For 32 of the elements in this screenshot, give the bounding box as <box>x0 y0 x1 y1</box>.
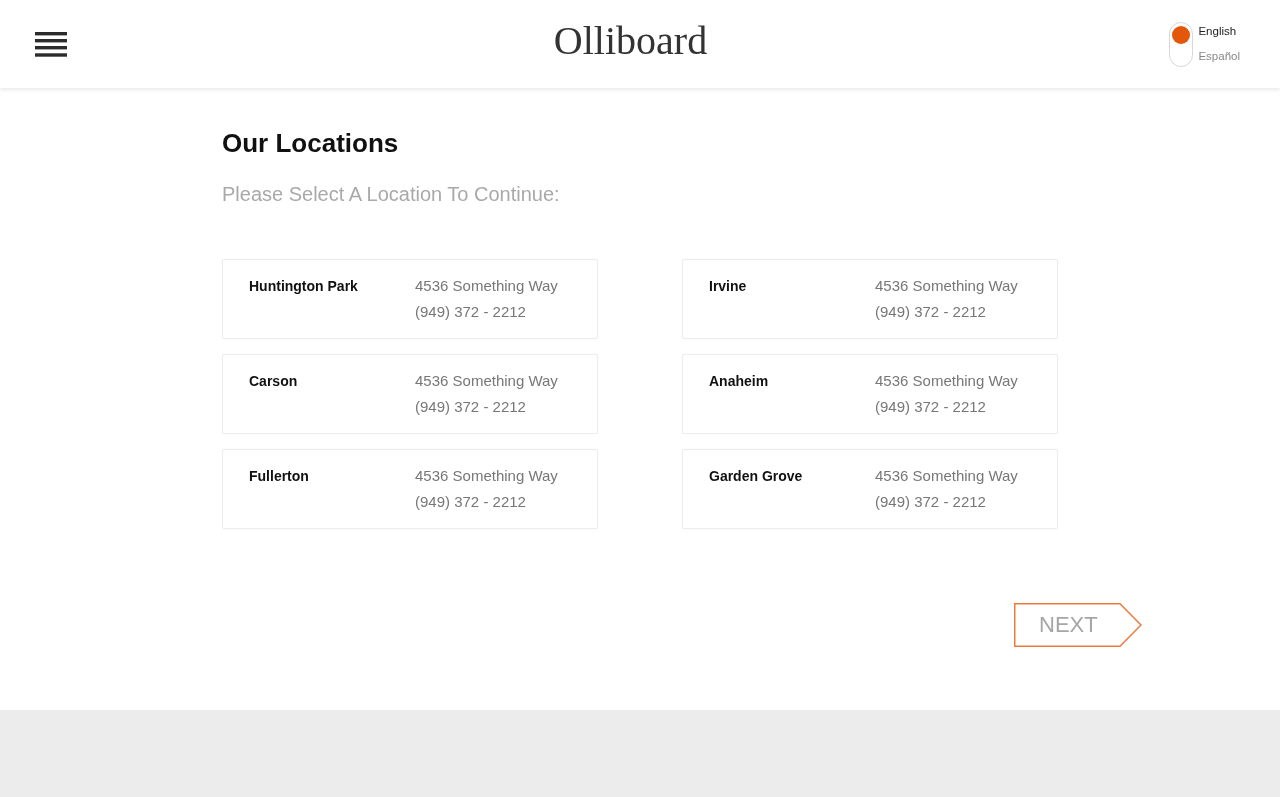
location-name: Irvine <box>709 277 747 296</box>
location-phone: (949) 372 - 2212 <box>415 397 526 417</box>
location-address: 4536 Something Way <box>875 371 1018 391</box>
location-name: Garden Grove <box>709 467 803 486</box>
logo-text: Olliboard <box>553 21 708 61</box>
page-subtitle: Please Select A Location To Continue: <box>222 182 560 206</box>
location-address: 4536 Something Way <box>875 276 1018 296</box>
location-card[interactable]: Fullerton 4536 Something Way (949) 372 - 2212 <box>222 449 598 529</box>
location-phone: (949) 372 - 2212 <box>875 397 986 417</box>
menu-icon[interactable] <box>35 31 67 57</box>
location-name: Anaheim <box>709 372 769 391</box>
page-title: Our Locations <box>222 127 399 160</box>
location-name: Carson <box>249 372 298 391</box>
location-phone: (949) 372 - 2212 <box>415 492 526 512</box>
location-card[interactable]: Garden Grove 4536 Something Way (949) 372 - 2212 <box>682 449 1058 529</box>
toggle-knob <box>1172 26 1191 44</box>
language-toggle[interactable] <box>1169 22 1194 67</box>
language-option[interactable]: Español <box>1198 49 1240 63</box>
location-phone: (949) 372 - 2212 <box>415 302 526 322</box>
location-name: Fullerton <box>249 467 309 486</box>
location-card[interactable]: Carson 4536 Something Way (949) 372 - 2212 <box>222 354 598 434</box>
location-phone: (949) 372 - 2212 <box>875 302 986 322</box>
location-address: 4536 Something Way <box>875 466 1018 486</box>
location-address: 4536 Something Way <box>415 276 558 296</box>
location-card[interactable]: Anaheim 4536 Something Way (949) 372 - 2212 <box>682 354 1058 434</box>
language-option[interactable]: English <box>1198 24 1240 38</box>
location-card[interactable]: Huntington Park 4536 Something Way (949) 372 - 2212 <box>222 259 598 339</box>
location-address: 4536 Something Way <box>415 466 558 486</box>
location-address: 4536 Something Way <box>415 371 558 391</box>
location-phone: (949) 372 - 2212 <box>875 492 986 512</box>
location-card[interactable]: Irvine 4536 Something Way (949) 372 - 2212 <box>682 259 1058 339</box>
location-name: Huntington Park <box>249 277 358 296</box>
